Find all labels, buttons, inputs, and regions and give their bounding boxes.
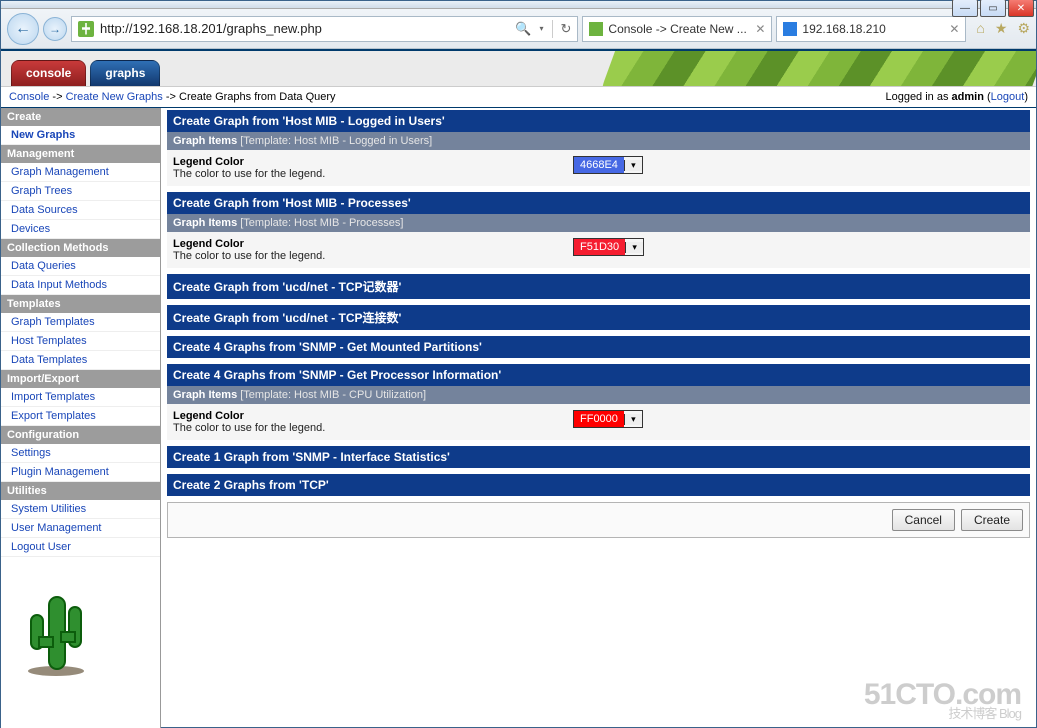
nav-back-button[interactable]: ← [7,13,39,45]
tab-title: 192.168.18.210 [802,22,885,36]
window-maximize-button[interactable]: ▭ [980,0,1006,17]
sidebar-item[interactable]: Graph Management [1,163,160,182]
site-icon [78,21,94,37]
field-label: Legend Color [173,238,573,250]
sidebar-section-header: Create [1,108,160,126]
sidebar-section-header: Management [1,145,160,163]
window-titlebar: — ▭ ✕ [1,1,1036,9]
group-header: Create Graph from 'Host MIB - Logged in … [167,110,1030,132]
sidebar-item[interactable]: System Utilities [1,500,160,519]
dropdown-icon[interactable]: ▾ [625,242,643,253]
sidebar-section-header: Import/Export [1,370,160,388]
breadcrumb: Console -> Create New Graphs -> Create G… [1,87,1036,108]
tab-icon [589,22,603,36]
sidebar-section-header: Utilities [1,482,160,500]
browser-tab[interactable]: 192.168.18.210 ✕ [776,16,966,42]
group-header: Create Graph from 'Host MIB - Processes' [167,192,1030,214]
app-header: console graphs [1,49,1036,87]
group-header: Create Graph from 'ucd/net - TCP连接数' [167,305,1030,330]
window-minimize-button[interactable]: — [952,0,978,17]
sidebar-item[interactable]: Data Queries [1,257,160,276]
sidebar-item[interactable]: Graph Templates [1,313,160,332]
content-area: Create Graph from 'Host MIB - Logged in … [161,108,1036,728]
login-status: Logged in as admin (Logout) [885,91,1028,103]
sidebar-item[interactable]: Host Templates [1,332,160,351]
color-code: F51D30 [574,239,625,255]
logout-link[interactable]: Logout [991,91,1025,103]
color-code: 4668E4 [574,157,624,173]
tab-console[interactable]: console [11,60,86,86]
sidebar-item[interactable]: Plugin Management [1,463,160,482]
sidebar-item[interactable]: New Graphs [1,126,160,145]
group-header: Create 4 Graphs from 'SNMP - Get Mounted… [167,336,1030,358]
tab-title: Console -> Create New ... [608,22,746,36]
browser-toolbar: ← → http://192.168.18.201/graphs_new.php… [1,9,1036,49]
sidebar-section-header: Templates [1,295,160,313]
tab-close-icon[interactable]: ✕ [949,22,959,36]
group-subheader: Graph Items [Template: Host MIB - CPU Ut… [167,386,1030,404]
window-close-button[interactable]: ✕ [1008,0,1034,17]
field-description: The color to use for the legend. [173,168,325,180]
sidebar-item[interactable]: Export Templates [1,407,160,426]
color-select[interactable]: FF0000▾ [573,410,643,428]
url-text: http://192.168.18.201/graphs_new.php [100,21,322,36]
current-user: admin [952,91,984,103]
field-description: The color to use for the legend. [173,422,325,434]
color-select[interactable]: 4668E4▾ [573,156,643,174]
cactus-logo [21,577,160,680]
create-button[interactable]: Create [961,509,1023,531]
browser-tab-active[interactable]: Console -> Create New ... ✕ [582,16,772,42]
cancel-button[interactable]: Cancel [892,509,955,531]
dropdown-icon[interactable]: ▾ [624,160,642,171]
watermark: 51CTO.com 技术博客 Blog [864,681,1021,720]
group-subheader: Graph Items [Template: Host MIB - Logged… [167,132,1030,150]
color-select[interactable]: F51D30▾ [573,238,644,256]
header-decoration [593,49,1036,87]
sidebar-item[interactable]: Graph Trees [1,182,160,201]
field-label: Legend Color [173,410,573,422]
legend-color-row: Legend ColorThe color to use for the leg… [167,404,1030,440]
legend-color-row: Legend ColorThe color to use for the leg… [167,232,1030,268]
sidebar-item[interactable]: Data Input Methods [1,276,160,295]
sidebar-item[interactable]: Import Templates [1,388,160,407]
breadcrumb-console[interactable]: Console [9,91,49,103]
nav-forward-button[interactable]: → [43,17,67,41]
sidebar-item[interactable]: Devices [1,220,160,239]
favorites-icon[interactable]: ★ [995,20,1008,37]
group-header: Create 4 Graphs from 'SNMP - Get Process… [167,364,1030,386]
breadcrumb-current: Create Graphs from Data Query [179,91,336,103]
home-icon[interactable]: ⌂ [976,20,984,37]
sidebar-item[interactable]: Logout User [1,538,160,557]
action-footer: Cancel Create [167,502,1030,538]
search-icon[interactable]: 🔍 [515,21,531,37]
color-code: FF0000 [574,411,624,427]
field-description: The color to use for the legend. [173,250,325,262]
group-header: Create Graph from 'ucd/net - TCP记数器' [167,274,1030,299]
tab-close-icon[interactable]: ✕ [755,22,765,36]
sidebar-section-header: Collection Methods [1,239,160,257]
group-header: Create 1 Graph from 'SNMP - Interface St… [167,446,1030,468]
sidebar-item[interactable]: Data Templates [1,351,160,370]
breadcrumb-create-new[interactable]: Create New Graphs [66,91,163,103]
group-header: Create 2 Graphs from 'TCP' [167,474,1030,496]
address-bar[interactable]: http://192.168.18.201/graphs_new.php 🔍▾ … [71,16,578,42]
group-subheader: Graph Items [Template: Host MIB - Proces… [167,214,1030,232]
legend-color-row: Legend ColorThe color to use for the leg… [167,150,1030,186]
sidebar-item[interactable]: Settings [1,444,160,463]
dropdown-icon[interactable]: ▾ [624,414,642,425]
tab-graphs[interactable]: graphs [90,60,160,86]
refresh-icon[interactable]: ↻ [561,21,572,37]
field-label: Legend Color [173,156,573,168]
tools-icon[interactable]: ⚙ [1017,20,1030,37]
sidebar-section-header: Configuration [1,426,160,444]
sidebar-item[interactable]: User Management [1,519,160,538]
tab-icon [783,22,797,36]
sidebar-item[interactable]: Data Sources [1,201,160,220]
sidebar: CreateNew GraphsManagementGraph Manageme… [1,108,161,728]
